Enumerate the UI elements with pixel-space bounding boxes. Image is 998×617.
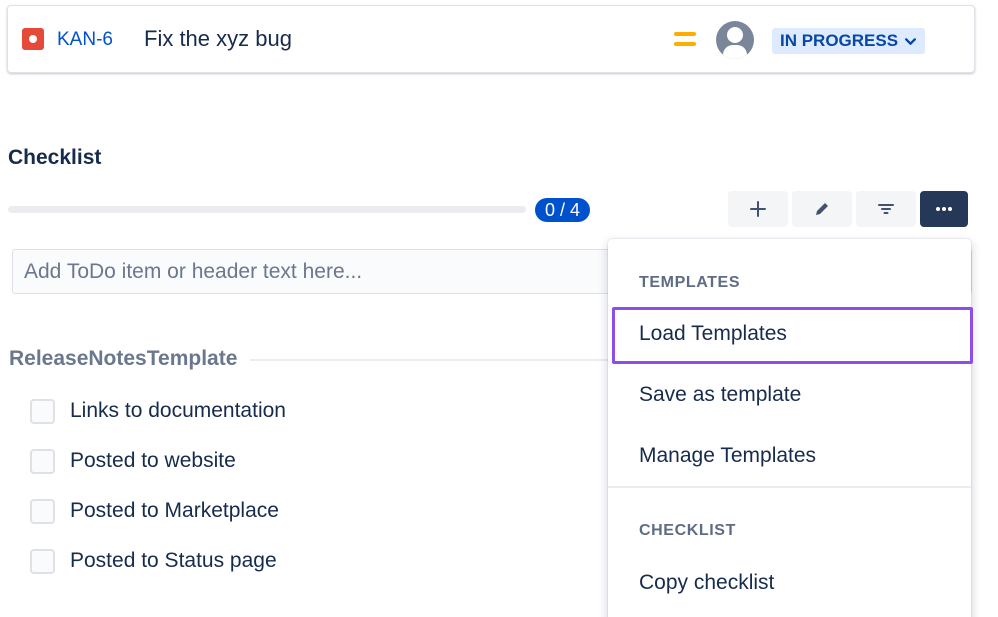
checklist-item[interactable]: Links to documentation (30, 396, 286, 426)
item-label: Posted to Marketplace (70, 499, 279, 522)
issue-card[interactable]: KAN-6 Fix the xyz bug IN PROGRESS (7, 5, 975, 73)
load-templates-item[interactable]: Load Templates (639, 322, 787, 346)
item-checkbox[interactable] (30, 548, 55, 574)
edit-button[interactable] (792, 191, 852, 227)
menu-group-checklist: CHECKLIST (639, 522, 736, 539)
item-label: Links to documentation (70, 399, 286, 422)
checklist-item[interactable]: Posted to website (30, 446, 236, 476)
section-divider (250, 359, 610, 361)
status-label: IN PROGRESS (780, 31, 899, 50)
more-icon (936, 207, 952, 211)
bug-icon (22, 28, 44, 50)
menu-divider (608, 486, 971, 488)
item-checkbox[interactable] (30, 398, 55, 424)
issue-summary[interactable]: Fix the xyz bug (144, 26, 292, 52)
add-item-button[interactable] (728, 191, 788, 227)
section-header: ReleaseNotesTemplate (9, 347, 238, 370)
copy-checklist-item[interactable]: Copy checklist (639, 571, 774, 595)
issue-key[interactable]: KAN-6 (57, 29, 113, 51)
manage-templates-item[interactable]: Manage Templates (639, 444, 816, 468)
checklist-item[interactable]: Posted to Marketplace (30, 496, 279, 526)
more-actions-button[interactable] (920, 191, 968, 227)
more-actions-menu: TEMPLATES Load Templates Save as templat… (608, 239, 973, 617)
pencil-icon (816, 203, 828, 215)
save-as-template-item[interactable]: Save as template (639, 383, 801, 407)
progress-count-badge: 0 / 4 (535, 198, 591, 222)
item-checkbox[interactable] (30, 448, 55, 474)
checklist-item[interactable]: Posted to Status page (30, 546, 277, 576)
assignee-avatar[interactable] (716, 21, 754, 59)
checklist-title: Checklist (8, 146, 102, 169)
progress-bar (8, 206, 526, 213)
filter-button[interactable] (856, 191, 916, 227)
chevron-down-icon (905, 37, 917, 45)
plus-icon (750, 201, 766, 217)
item-label: Posted to website (70, 449, 236, 472)
menu-group-templates: TEMPLATES (639, 274, 741, 291)
priority-medium-icon (674, 32, 696, 48)
item-label: Posted to Status page (70, 549, 277, 572)
item-checkbox[interactable] (30, 498, 55, 524)
filter-icon (878, 204, 894, 214)
status-dropdown[interactable]: IN PROGRESS (772, 28, 926, 54)
